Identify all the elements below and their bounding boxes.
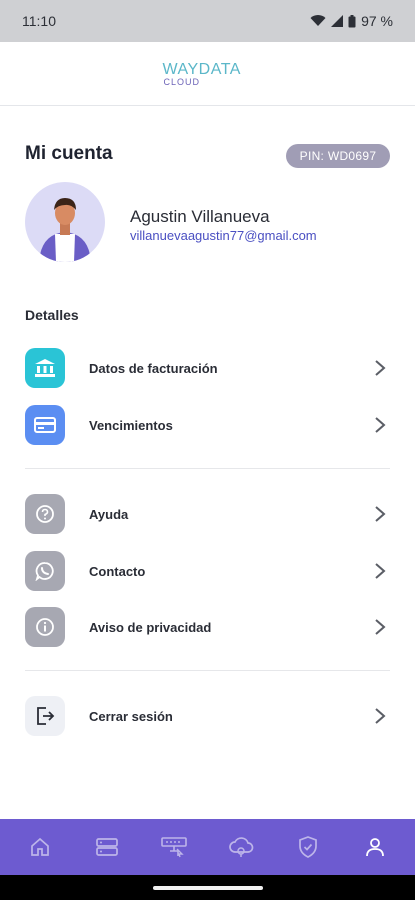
menu-item-billing[interactable]: Datos de facturación <box>0 343 415 393</box>
shield-icon <box>299 836 318 858</box>
battery-icon <box>348 14 356 27</box>
logout-button[interactable]: Cerrar sesión <box>0 691 415 741</box>
divider <box>25 468 390 469</box>
avatar <box>25 182 105 262</box>
nav-network[interactable] <box>150 823 198 871</box>
account-screen: Mi cuenta PIN: WD0697 Agustin Villanueva… <box>0 107 415 819</box>
nav-cloud[interactable] <box>217 823 265 871</box>
chevron-right-icon <box>375 708 386 724</box>
nav-home[interactable] <box>16 823 64 871</box>
info-icon <box>25 607 65 647</box>
chevron-right-icon <box>375 619 386 635</box>
profile-icon <box>366 838 385 857</box>
user-avatar-illustration <box>39 198 91 262</box>
status-time: 11:10 <box>22 13 56 29</box>
bank-icon <box>25 348 65 388</box>
logout-icon <box>25 696 65 736</box>
home-icon <box>30 837 49 856</box>
nav-profile[interactable] <box>351 823 399 871</box>
battery-level: 97 % <box>361 13 393 29</box>
waydata-logo: WAYDATA CLOUD <box>163 59 253 89</box>
nav-security[interactable] <box>284 823 332 871</box>
network-icon <box>161 837 187 858</box>
status-icons: 97 % <box>310 13 393 29</box>
whatsapp-icon <box>25 551 65 591</box>
menu-item-label: Contacto <box>89 563 146 579</box>
credit-card-icon <box>25 405 65 445</box>
signal-icon <box>331 15 344 27</box>
menu-item-due-dates[interactable]: Vencimientos <box>0 400 415 450</box>
chevron-right-icon <box>375 417 386 433</box>
chevron-right-icon <box>375 563 386 579</box>
menu-item-contact[interactable]: Contacto <box>0 546 415 596</box>
details-section-title: Detalles <box>25 307 79 323</box>
help-icon <box>25 494 65 534</box>
status-bar: 11:10 97 % <box>0 0 415 42</box>
menu-item-label: Ayuda <box>89 506 129 522</box>
divider <box>25 670 390 671</box>
user-email: villanuevaagustin77@gmail.com <box>130 228 317 243</box>
logout-label: Cerrar sesión <box>89 708 173 724</box>
app-header: WAYDATA CLOUD <box>0 42 415 106</box>
gesture-handle[interactable] <box>153 886 263 890</box>
bottom-nav <box>0 819 415 875</box>
nav-servers[interactable] <box>83 823 131 871</box>
menu-item-label: Datos de facturación <box>89 360 218 376</box>
chevron-right-icon <box>375 360 386 376</box>
menu-item-help[interactable]: Ayuda <box>0 489 415 539</box>
page-title: Mi cuenta <box>25 143 113 164</box>
cloud-icon <box>229 837 254 857</box>
logo-sub-text: CLOUD <box>163 76 201 87</box>
system-gesture-area <box>0 875 415 900</box>
wifi-icon <box>310 15 326 26</box>
user-name: Agustin Villanueva <box>130 207 270 226</box>
chevron-right-icon <box>375 506 386 522</box>
menu-item-privacy[interactable]: Aviso de privacidad <box>0 602 415 652</box>
menu-item-label: Vencimientos <box>89 417 173 433</box>
menu-item-label: Aviso de privacidad <box>89 619 212 635</box>
pin-badge: PIN: WD0697 <box>286 144 390 168</box>
server-icon <box>95 838 118 856</box>
